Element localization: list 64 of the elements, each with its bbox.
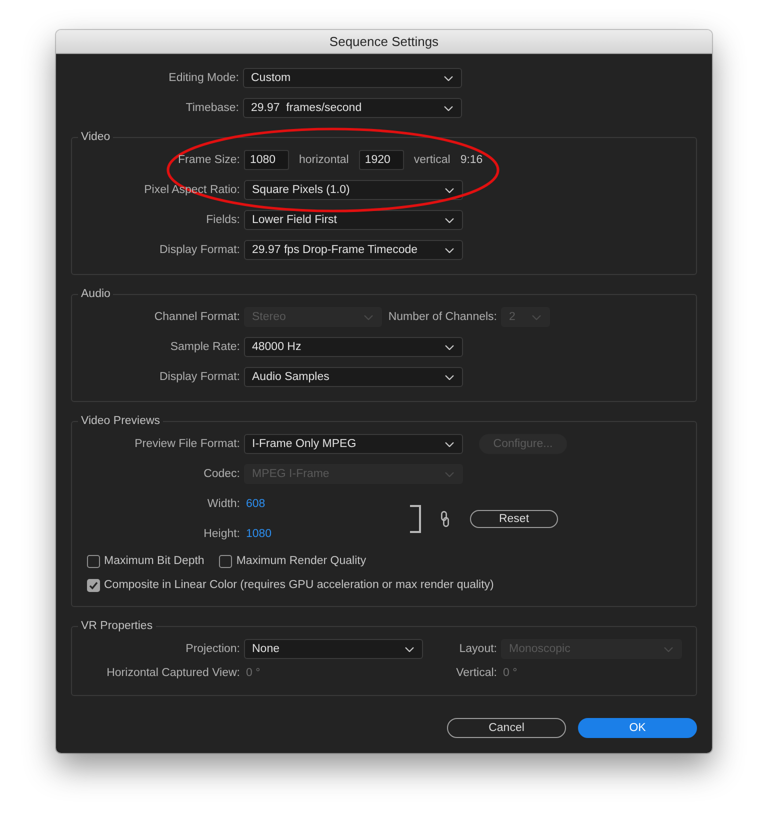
checkbox-label[interactable]: Maximum Render Quality	[236, 555, 366, 567]
dropdown[interactable]: 48000 Hz	[244, 337, 463, 357]
dropdown[interactable]: 29.97 fps Drop-Frame Timecode	[244, 240, 463, 260]
bracket-icon	[410, 505, 421, 533]
window-title: Sequence Settings	[329, 34, 439, 49]
chevron-down-icon	[445, 472, 454, 476]
dropdown[interactable]: Custom	[243, 68, 462, 88]
unit-label: vertical	[414, 154, 450, 166]
unit-label: horizontal	[299, 154, 349, 166]
field-label: Display Format:	[159, 244, 240, 256]
checkbox-label[interactable]: Maximum Bit Depth	[104, 555, 204, 567]
field-label: Number of Channels:	[388, 311, 497, 323]
chevron-down-icon	[364, 314, 373, 320]
chevron-down-icon	[444, 76, 453, 80]
aspect-ratio-text: 9:16	[460, 154, 483, 166]
field-label: Vertical:	[456, 667, 497, 679]
dropdown[interactable]: Audio Samples	[244, 367, 463, 387]
chevron-down-icon	[405, 646, 414, 652]
chevron-down-icon	[445, 374, 454, 380]
reset-button[interactable]: Reset	[470, 510, 558, 528]
chevron-down-icon	[532, 314, 541, 320]
value-text: 0 °	[502, 667, 518, 679]
field-label: Codec:	[204, 468, 240, 480]
dropdown[interactable]: I-Frame Only MPEG	[244, 434, 463, 454]
group-title: VR Properties	[80, 619, 154, 633]
dropdown[interactable]: Square Pixels (1.0)	[244, 180, 463, 200]
link-icon[interactable]	[441, 511, 449, 527]
ok-button[interactable]: OK	[578, 718, 697, 738]
field-label: Layout:	[459, 643, 497, 655]
cancel-button[interactable]: Cancel	[447, 718, 566, 738]
field-label: Sample Rate:	[170, 341, 240, 353]
field-label: Height:	[204, 528, 240, 540]
chevron-down-icon	[445, 442, 454, 446]
chevron-down-icon	[445, 344, 454, 350]
field-label: Horizontal Captured View:	[106, 667, 240, 679]
value-text: 0 °	[245, 667, 260, 679]
width-value[interactable]: 608	[246, 498, 266, 510]
height-value[interactable]: 1080	[246, 528, 272, 540]
dropdown[interactable]: None	[244, 639, 423, 659]
field-label: Width:	[207, 498, 240, 510]
group-title: Video Previews	[80, 414, 162, 428]
field-label: Frame Size:	[178, 154, 240, 166]
chevron-down-icon	[445, 248, 454, 252]
chevron-down-icon	[445, 218, 454, 222]
checkbox-label[interactable]: Composite in Linear Color (requires GPU acceleration or max render quality)	[104, 579, 494, 591]
field-label: Preview File Format:	[134, 438, 240, 450]
checkbox[interactable]	[219, 554, 232, 568]
chevron-down-icon	[444, 106, 453, 110]
field-label: Timebase:	[186, 102, 239, 114]
field-label: Projection:	[186, 643, 240, 655]
field-label: Fields:	[206, 214, 240, 226]
dropdown[interactable]: 29.97 frames/second	[243, 98, 462, 118]
group-title: Audio	[80, 287, 112, 301]
dropdown[interactable]: Lower Field First	[244, 210, 463, 230]
number-field[interactable]: 1080	[244, 150, 289, 170]
checkbox[interactable]	[87, 578, 100, 592]
chevron-down-icon	[445, 188, 454, 192]
field-label: Display Format:	[159, 371, 240, 383]
checkbox[interactable]	[87, 554, 100, 568]
group-title: Video	[80, 130, 112, 144]
chevron-down-icon	[664, 646, 673, 652]
field-label: Channel Format:	[154, 311, 240, 323]
field-label: Editing Mode:	[168, 72, 239, 84]
number-field[interactable]: 1920	[358, 150, 404, 170]
